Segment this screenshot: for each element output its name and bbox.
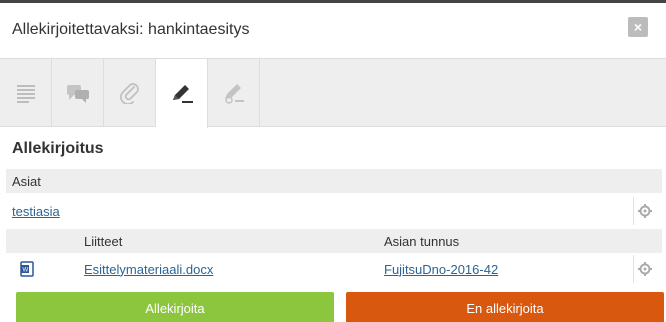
attachments-column-header: Liitteet [84, 233, 123, 249]
tab-comments[interactable] [52, 59, 104, 127]
cases-header-row: Asiat [6, 169, 662, 193]
attachment-file-link[interactable]: Esittelymateriaali.docx [84, 262, 213, 277]
dialog-header: Allekirjoitettavaksi: hankintaesitys × [0, 3, 666, 59]
sign-disabled-icon [224, 84, 244, 104]
word-document-icon: W [20, 261, 34, 277]
sign-dialog: Allekirjoitettavaksi: hankintaesitys × A… [0, 0, 666, 322]
gear-icon [638, 204, 652, 218]
list-icon [16, 85, 35, 103]
attachment-row: W Esittelymateriaali.docx FujitsuDno-201… [6, 255, 662, 283]
case-id-link[interactable]: FujitsuDno-2016-42 [384, 262, 498, 277]
cases-header: Asiat [12, 173, 41, 189]
gear-icon [638, 262, 652, 276]
attachment-icon [119, 83, 139, 104]
sign-button[interactable]: Allekirjoita [16, 292, 334, 322]
case-id-column-header: Asian tunnus [384, 233, 460, 249]
section-title: Allekirjoitus [12, 140, 104, 157]
attachments-header-row: Liitteet Asian tunnus [6, 229, 662, 253]
attachment-settings-button[interactable] [633, 255, 656, 283]
dialog-title: Allekirjoitettavaksi: hankintaesitys [12, 21, 250, 38]
case-row: testiasia [6, 197, 662, 225]
tab-sign-disabled[interactable] [208, 59, 260, 127]
comments-icon [66, 85, 89, 103]
case-link[interactable]: testiasia [12, 204, 60, 219]
tab-attachments[interactable] [104, 59, 156, 127]
close-button[interactable]: × [628, 17, 648, 37]
svg-text:W: W [23, 268, 29, 274]
tab-list[interactable] [0, 59, 52, 127]
decline-sign-button[interactable]: En allekirjoita [346, 292, 664, 322]
case-settings-button[interactable] [633, 197, 656, 225]
sign-pen-icon [172, 84, 193, 103]
tab-sign[interactable] [156, 59, 208, 128]
toolbar [0, 59, 666, 128]
